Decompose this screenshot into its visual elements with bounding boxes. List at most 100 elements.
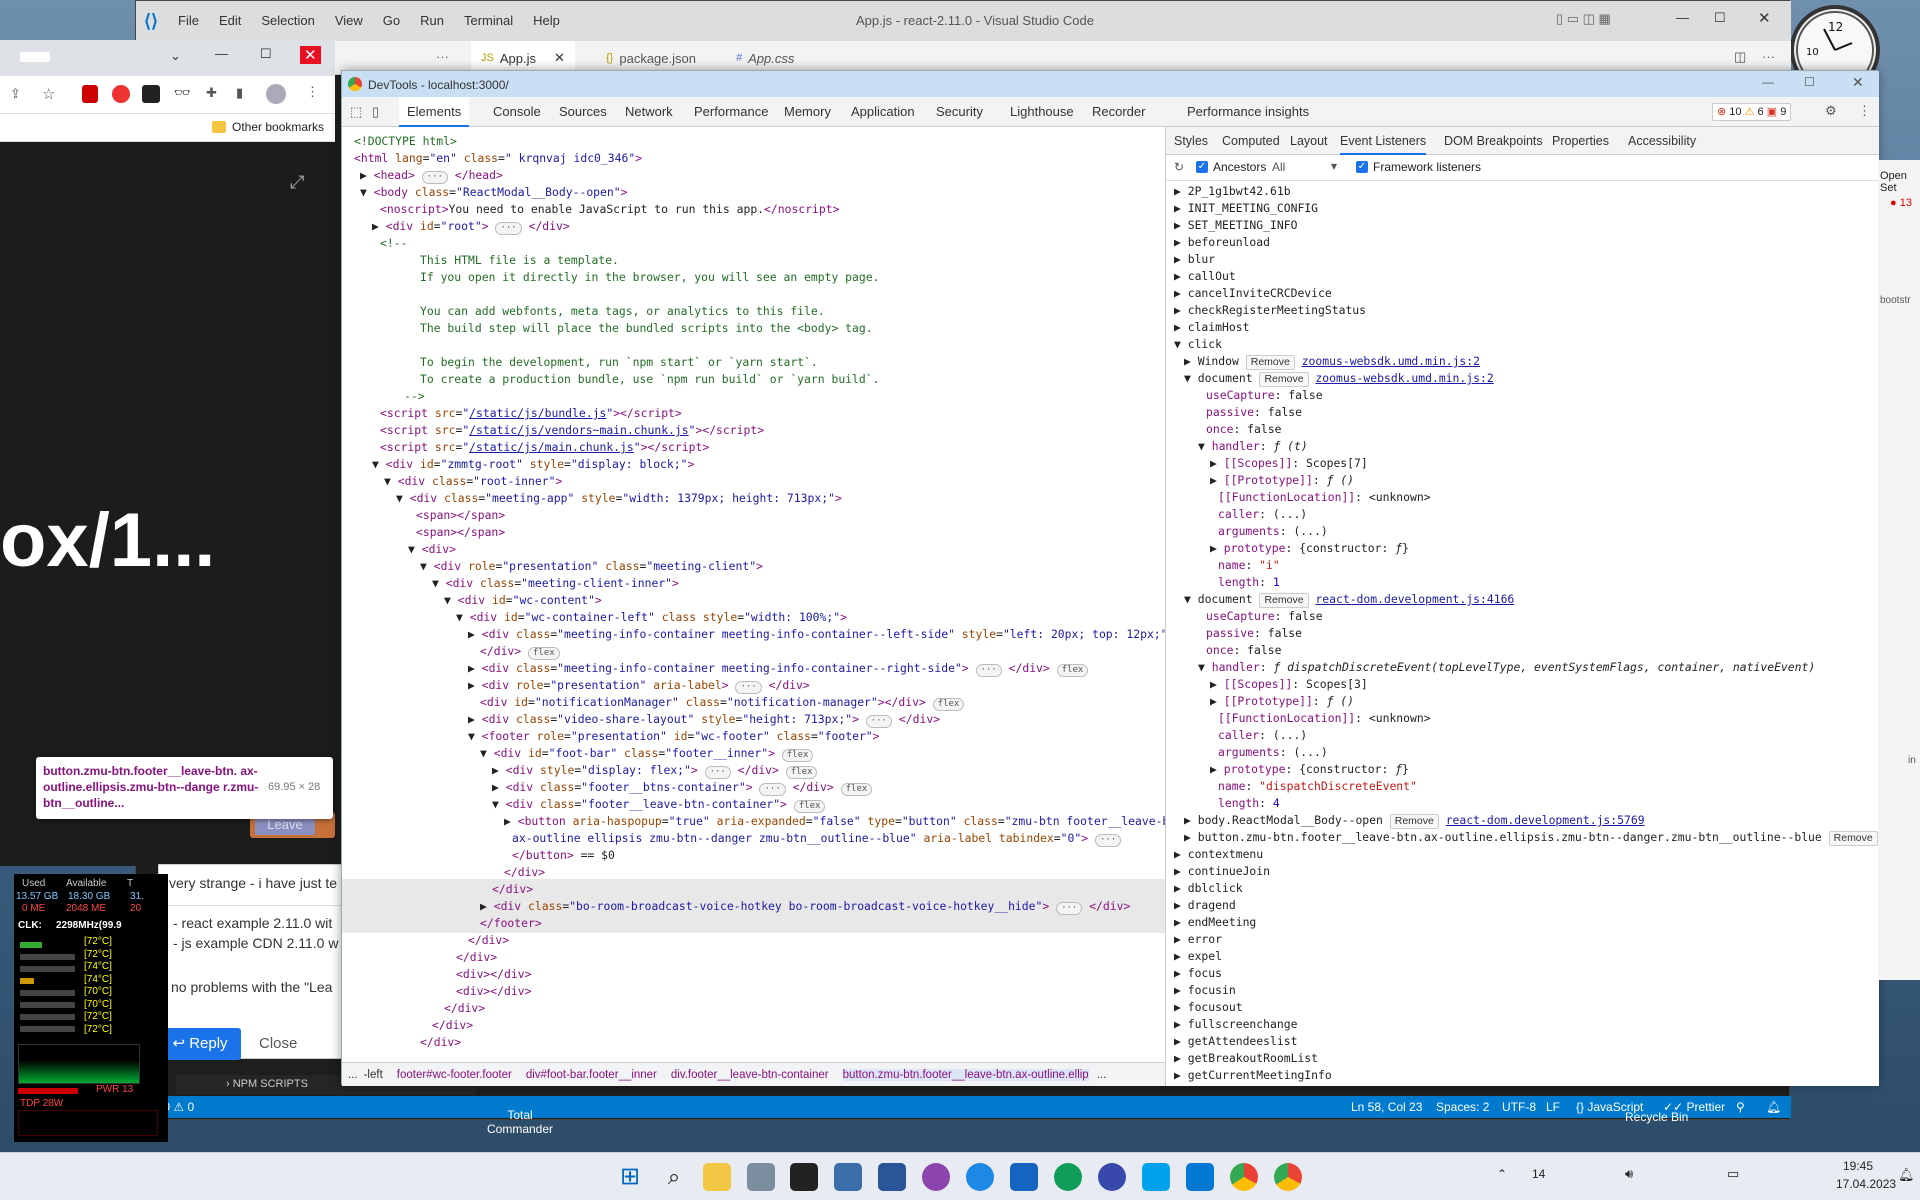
dom-node-line[interactable]: ▶ <div style="display: flex;"> ··· </div…	[492, 762, 818, 779]
app-icon[interactable]	[1010, 1163, 1038, 1191]
dom-node-line[interactable]: ▼ <div role="presentation" class="meetin…	[420, 558, 763, 575]
bookmark-star-icon[interactable]: ☆	[42, 85, 55, 103]
tab-memory[interactable]: Memory	[784, 97, 831, 127]
event-listener-row[interactable]: ▶ prototype: {constructor: ƒ}	[1210, 540, 1409, 557]
dom-node-line[interactable]: <script src="/static/js/bundle.js"></scr…	[380, 405, 682, 422]
dom-node-line[interactable]: </button> == $0	[512, 847, 615, 864]
file-explorer-icon[interactable]	[703, 1163, 731, 1191]
fullscreen-icon[interactable]: ⤢	[290, 172, 304, 193]
dom-node-line[interactable]: The build step will place the bundled sc…	[420, 320, 873, 337]
event-listener-row[interactable]: ▶ INIT_MEETING_CONFIG	[1174, 200, 1318, 217]
split-editor-icon[interactable]: ◫	[1734, 49, 1746, 65]
extension-icon[interactable]	[112, 85, 130, 103]
ublock-extension-icon[interactable]	[82, 85, 98, 103]
event-listener-row[interactable]: ▶ getCurrentMeetingInfo	[1174, 1067, 1332, 1084]
settings-gear-icon[interactable]: ⚙	[1825, 103, 1837, 119]
tab-thumbnail[interactable]	[20, 52, 50, 62]
layout-toggle-icons[interactable]: ▯ ▭ ◫ ▦	[1556, 11, 1611, 27]
notepad-icon[interactable]	[747, 1163, 775, 1191]
event-listener-row[interactable]: ▶ endMeeting	[1174, 914, 1256, 931]
tab-performance[interactable]: Performance	[694, 97, 768, 127]
menu-terminal[interactable]: Terminal	[464, 13, 513, 28]
account-icon[interactable]: ⚲	[1736, 1100, 1745, 1114]
inspect-element-icon[interactable]: ⬚	[350, 104, 362, 120]
dom-node-line[interactable]: To create a production bundle, use `npm …	[420, 371, 879, 388]
more-options-icon[interactable]: ⋮	[1858, 103, 1871, 119]
dom-node-line[interactable]: ▼ <footer role="presentation" id="wc-foo…	[468, 728, 880, 745]
tab-sources[interactable]: Sources	[559, 97, 607, 127]
tray-badge[interactable]: 14	[1532, 1167, 1545, 1181]
app-icon[interactable]	[922, 1163, 950, 1191]
event-listener-row[interactable]: ▶ button.zmu-btn.footer__leave-btn.ax-ou…	[1184, 829, 1879, 846]
dom-node-line[interactable]: <!--	[380, 235, 407, 252]
app-icon[interactable]	[878, 1163, 906, 1191]
battery-icon[interactable]: ▭	[1727, 1166, 1739, 1182]
vscode-icon[interactable]	[1186, 1163, 1214, 1191]
app-icon[interactable]	[1098, 1163, 1126, 1191]
start-windows-icon[interactable]: ⊞	[616, 1163, 644, 1191]
event-listener-row[interactable]: arguments: (...)	[1218, 744, 1328, 761]
glasses-extension-icon[interactable]: 👓︎	[174, 85, 191, 101]
minimize-icon[interactable]: —	[1762, 75, 1774, 89]
dom-node-line[interactable]: </div>	[504, 864, 545, 881]
event-listener-row[interactable]: ▼ handler: ƒ (t)	[1198, 438, 1308, 455]
encoding[interactable]: UTF-8	[1502, 1100, 1536, 1114]
event-listener-row[interactable]: ▶ beforeunload	[1174, 234, 1270, 251]
event-listener-row[interactable]: ▶ getAttendeeslist	[1174, 1033, 1297, 1050]
tab-network[interactable]: Network	[625, 97, 673, 127]
tray-chevron-icon[interactable]: ⌃	[1497, 1167, 1507, 1181]
breadcrumb-item[interactable]: footer#wc-footer.footer	[397, 1069, 512, 1081]
event-listener-row[interactable]: [[FunctionLocation]]: <unknown>	[1218, 489, 1431, 506]
event-listener-row[interactable]: ▶ focusout	[1174, 999, 1243, 1016]
menu-view[interactable]: View	[335, 13, 363, 28]
indentation[interactable]: Spaces: 2	[1436, 1100, 1489, 1114]
event-listener-row[interactable]: ▶ expel	[1174, 948, 1222, 965]
remove-button[interactable]: Remove	[1259, 593, 1309, 608]
breadcrumb-item[interactable]: ...	[1097, 1069, 1107, 1081]
event-listener-row[interactable]: ▶ claimHost	[1174, 319, 1249, 336]
event-listener-row[interactable]: ▶ checkRegisterMeetingStatus	[1174, 302, 1366, 319]
dom-node-line[interactable]: ▶ <div class="bo-room-broadcast-voice-ho…	[480, 898, 1130, 915]
event-listener-row[interactable]: ▼ document Remove zoomus-websdk.umd.min.…	[1184, 370, 1494, 387]
share-icon[interactable]: ⇪	[10, 86, 21, 102]
dom-node-line[interactable]: ▼ <div>	[408, 541, 456, 558]
more-actions-icon[interactable]: ···	[1762, 49, 1775, 64]
event-listener-row[interactable]: useCapture: false	[1206, 387, 1323, 404]
notifications-bell-icon[interactable]: 🔔︎	[1766, 1100, 1781, 1114]
tab-accessibility[interactable]: Accessibility	[1628, 127, 1696, 155]
dom-node-line[interactable]: <noscript>You need to enable JavaScript …	[380, 201, 839, 218]
remove-button[interactable]: Remove	[1389, 814, 1439, 829]
event-listener-row[interactable]: passive: false	[1206, 404, 1302, 421]
chrome-icon[interactable]	[1230, 1163, 1258, 1191]
event-listener-row[interactable]: ▶ [[Scopes]]: Scopes[3]	[1210, 676, 1368, 693]
event-listener-row[interactable]: ▶ 2P_1g1bwt42.61b	[1174, 183, 1291, 200]
device-toolbar-icon[interactable]: ▯	[372, 104, 379, 120]
dom-node-line[interactable]: <span></span>	[416, 524, 505, 541]
event-listener-row[interactable]: ▶ prototype: {constructor: ƒ}	[1210, 761, 1409, 778]
event-listener-row[interactable]: name: "dispatchDiscreteEvent"	[1218, 778, 1417, 795]
event-listener-row[interactable]: name: "i"	[1218, 557, 1280, 574]
source-link[interactable]: react-dom.development.js:4166	[1315, 592, 1514, 606]
source-link[interactable]: zoomus-websdk.umd.min.js:2	[1302, 354, 1480, 368]
event-listener-row[interactable]: caller: (...)	[1218, 506, 1307, 523]
event-listener-row[interactable]: length: 1	[1218, 574, 1280, 591]
dom-node-line[interactable]: ▶ <div class="meeting-info-container mee…	[468, 626, 1165, 643]
tab-search-icon[interactable]: ⌄	[170, 48, 181, 64]
minimize-icon[interactable]: —	[215, 46, 228, 61]
dom-node-line[interactable]: </div>	[492, 881, 533, 898]
dom-node-line[interactable]: ▶ <button aria-haspopup="true" aria-expa…	[504, 813, 1165, 830]
maximize-icon[interactable]: ☐	[1714, 10, 1726, 26]
refresh-icon[interactable]: ↻	[1174, 160, 1184, 174]
event-listener-row[interactable]: once: false	[1206, 421, 1281, 438]
total-commander-label[interactable]: Total Commander	[485, 1108, 555, 1136]
event-listener-row[interactable]: length: 4	[1218, 795, 1280, 812]
dom-node-line[interactable]: </div>	[420, 1034, 461, 1051]
close-button[interactable]: Close	[259, 1035, 297, 1052]
event-listener-row[interactable]: passive: false	[1206, 625, 1302, 642]
close-icon[interactable]: ✕	[300, 46, 321, 64]
event-listener-row[interactable]: ▶ callOut	[1174, 268, 1236, 285]
open-settings-label[interactable]: Open Set	[1880, 170, 1920, 194]
close-icon[interactable]: ✕	[1758, 9, 1771, 27]
tab-layout[interactable]: Layout	[1290, 127, 1328, 155]
extensions-puzzle-icon[interactable]: ✚	[206, 85, 217, 101]
